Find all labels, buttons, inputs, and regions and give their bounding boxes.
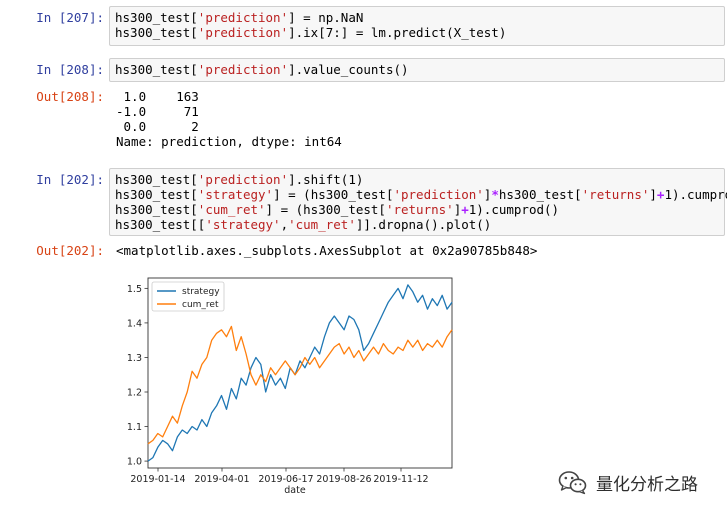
x-tick-label: 2019-01-14 — [130, 474, 185, 485]
code-token: * — [491, 187, 499, 202]
output-prompt: Out[202]: — [36, 243, 104, 258]
y-tick-label: 1.5 — [127, 284, 142, 295]
code-input[interactable]: hs300_test['prediction'].value_counts() — [109, 58, 725, 82]
line-chart: 1.0 1.1 1.2 1.3 1.4 1.5 2019-01-14 2019-04-01 20… — [114, 274, 459, 506]
code-token: ]].dropna().plot() — [355, 217, 492, 232]
x-tick-label: 2019-11-12 — [373, 474, 428, 485]
code-token: ] = (hs300_test[ — [273, 187, 394, 202]
code-token: , — [280, 217, 289, 232]
code-token: hs300_test[[ — [115, 217, 206, 232]
code-token: 1).cumprod() — [468, 202, 560, 217]
input-prompt: In [207]: — [36, 10, 104, 25]
output-text: 1.0 163 -1.0 71 0.0 2 Name: prediction, dt… — [116, 89, 342, 149]
code-line: hs300_test[['strategy','cum_ret']].dropn… — [115, 217, 719, 232]
code-input[interactable]: hs300_test['prediction'].shift(1) hs300_t… — [109, 168, 727, 236]
output-prompt: Out[208]: — [36, 89, 104, 104]
y-tick-label: 1.2 — [127, 388, 142, 399]
code-token: 'prediction' — [197, 10, 289, 25]
output-line: <matplotlib.axes._subplots.AxesSubplot a… — [116, 243, 538, 258]
input-prompt: In [208]: — [36, 62, 104, 77]
legend-label-cum-ret: cum_ret — [182, 300, 219, 310]
code-token: 'returns' — [385, 202, 454, 217]
watermark-text: 量化分析之路 — [596, 474, 698, 495]
code-token: hs300_test[ — [115, 202, 198, 217]
input-prompt: In [202]: — [36, 172, 104, 187]
legend-label-strategy: strategy — [182, 287, 220, 297]
code-token: ] = np.NaN — [288, 10, 364, 25]
output-line: 1.0 163 — [116, 89, 199, 104]
code-line: hs300_test['prediction'].ix[7:] = lm.pre… — [115, 25, 719, 40]
code-token: hs300_test[ — [115, 172, 198, 187]
code-token: hs300_test[ — [115, 10, 198, 25]
code-token: 'prediction' — [197, 25, 289, 40]
code-line: hs300_test['prediction'].value_counts() — [115, 62, 719, 77]
output-line: Name: prediction, dtype: int64 — [116, 134, 342, 149]
code-token: hs300_test[ — [115, 62, 198, 77]
code-token: 'returns' — [581, 187, 650, 202]
output-line: -1.0 71 — [116, 104, 199, 119]
wechat-icon — [558, 471, 587, 495]
code-token: 'cum_ret' — [288, 217, 356, 232]
code-token: 'strategy' — [197, 187, 274, 202]
y-tick-label: 1.3 — [127, 353, 142, 364]
x-axis-label: date — [284, 485, 306, 496]
chart-svg: 1.0 1.1 1.2 1.3 1.4 1.5 2019-01-14 2019-04-01 20… — [127, 277, 453, 496]
code-line: hs300_test['strategy'] = (hs300_test['pr… — [115, 187, 727, 202]
code-token: 'prediction' — [197, 172, 289, 187]
code-token: 'strategy' — [205, 217, 281, 232]
code-token: 1).cumprod() — [664, 187, 727, 202]
code-token: ] = (hs300_test[ — [265, 202, 386, 217]
y-tick-label: 1.1 — [127, 422, 142, 433]
x-tick-label: 2019-06-17 — [258, 474, 313, 485]
y-tick-label: 1.0 — [127, 457, 142, 468]
code-token: 'cum_ret' — [197, 202, 266, 217]
code-line: hs300_test['prediction'] = np.NaN — [115, 10, 719, 25]
y-tick-label: 1.4 — [127, 318, 142, 329]
code-token: ].shift(1) — [288, 172, 364, 187]
code-token: hs300_test[ — [115, 25, 198, 40]
code-token: hs300_test[ — [498, 187, 582, 202]
output-text: <matplotlib.axes._subplots.AxesSubplot a… — [116, 243, 537, 258]
code-line: hs300_test['prediction'].shift(1) — [115, 172, 719, 187]
code-token: 'prediction' — [197, 62, 289, 77]
code-token: ] — [649, 187, 657, 202]
code-token: ].value_counts() — [288, 62, 409, 77]
x-tick-label: 2019-04-01 — [194, 474, 249, 485]
code-token: 'prediction' — [393, 187, 484, 202]
code-token: ].ix[7:] = lm.predict(X_test) — [288, 25, 507, 40]
x-tick-label: 2019-08-26 — [316, 474, 371, 485]
output-line: 0.0 2 — [116, 119, 199, 134]
code-token: hs300_test[ — [115, 187, 198, 202]
code-line: hs300_test['cum_ret'] = (hs300_test['ret… — [115, 202, 719, 217]
code-input[interactable]: hs300_test['prediction'] = np.NaN hs300_t… — [109, 6, 725, 46]
code-token: + — [461, 202, 469, 217]
watermark: 量化分析之路 — [558, 468, 698, 496]
